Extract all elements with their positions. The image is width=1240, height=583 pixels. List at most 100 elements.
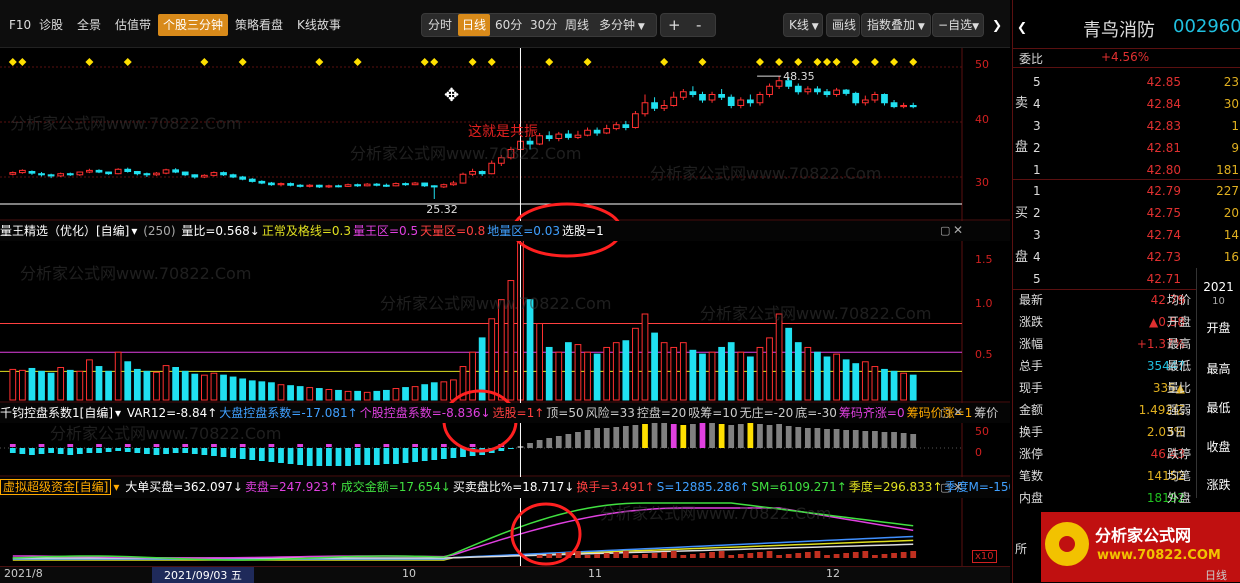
panel-expand-icon[interactable]: ❮ (1017, 20, 1027, 34)
control-bar (182, 448, 189, 453)
volume-bar (823, 356, 831, 401)
signal-diamond (660, 58, 669, 66)
period-30min[interactable]: 30分 (526, 14, 561, 36)
bid-row[interactable]: 3 42.74 14 (1013, 224, 1240, 246)
indicator-name[interactable]: 虚拟超级资金[自编] (0, 479, 112, 495)
divider (1013, 67, 1240, 68)
bid-row[interactable]: 2 42.75 20 (1013, 202, 1240, 224)
watermark: 分析家公式网www.70822.Com (700, 304, 932, 323)
indicator-name[interactable]: 量王精选（优化）[自编] (0, 224, 129, 238)
zoom-out-button[interactable]: - (692, 14, 705, 36)
candle-body (105, 171, 112, 175)
candle-body (861, 99, 869, 104)
menu-low[interactable]: 最低 (1197, 399, 1240, 416)
candle-body (124, 168, 132, 173)
volume-bar (57, 367, 65, 401)
control-bar (508, 448, 514, 449)
candle-body (574, 134, 582, 138)
menu-high[interactable]: 最高 (1197, 360, 1240, 377)
control-bar (211, 448, 217, 456)
volume-bar (325, 388, 333, 401)
volume-bar (268, 382, 275, 401)
period-60min[interactable]: 60分 (491, 14, 526, 36)
volume-bar (162, 365, 170, 401)
volume-bar (411, 386, 419, 401)
volume-bar (766, 337, 773, 401)
tab-strategy[interactable]: 策略看盘 (230, 14, 288, 36)
tab-stock-three-minutes[interactable]: 个股三分钟 (158, 14, 229, 36)
indicator-control-title[interactable]: 千钧控盘系数1[自编] ▾ VAR12=-8.84↑ 大盘控盘系数=-17.081↑… (0, 403, 1010, 423)
flower-logo-center (1059, 536, 1075, 552)
draw-line-button[interactable]: 画线 (828, 14, 860, 36)
control-bar (642, 424, 648, 448)
maximize-icon[interactable]: ▢ (940, 481, 950, 494)
ask-row[interactable]: 1 42.80 181 (1013, 159, 1240, 181)
fund-bar (622, 551, 629, 558)
indicator-value: 量比=0.568↓ (181, 224, 260, 238)
volume-bar (699, 353, 706, 401)
maximize-icon[interactable]: ▢ (940, 224, 950, 237)
scale-x10-button[interactable]: x10 (972, 550, 997, 563)
collapse-panel-button[interactable]: ❯ (988, 14, 1006, 36)
close-icon[interactable]: ✕ (953, 223, 963, 237)
index-overlay-button[interactable]: 指数叠加 ▼ (863, 14, 929, 36)
period-intraday[interactable]: 分时 (424, 14, 456, 36)
volume-bar (287, 385, 294, 401)
indicator-name[interactable]: 千钧控盘系数1[自编] (0, 406, 113, 420)
candle-body (622, 124, 630, 128)
candle-body (708, 94, 716, 101)
period-weekly[interactable]: 周线 (561, 14, 593, 36)
control-bar (191, 448, 198, 454)
ask-row[interactable]: 4 42.84 30 (1013, 93, 1240, 115)
ask-row[interactable]: 5 42.85 23 (1013, 71, 1240, 93)
period-multi-minute[interactable]: 多分钟 ▼ (595, 14, 649, 36)
candle-body (699, 94, 706, 101)
menu-open[interactable]: 开盘 (1197, 319, 1240, 336)
volume-bar (584, 351, 591, 401)
menu-change[interactable]: 涨跌 (1197, 476, 1240, 493)
indicator-virtual-fund-title[interactable]: 虚拟超级资金[自编] ▾ 大单买盘=362.097↓ 卖盘=247.923↑ 成交金额… (0, 477, 1010, 498)
quote-label-2: 开盘 (1167, 315, 1192, 329)
indicator-value: 筹码齐涨=0 (838, 406, 905, 420)
tab-panorama[interactable]: 全景 (72, 14, 106, 36)
volume-bar (76, 370, 84, 401)
ask-row[interactable]: 2 42.81 9 (1013, 137, 1240, 159)
bid-row[interactable]: 1 42.79 227 (1013, 180, 1240, 202)
volume-bar (440, 381, 448, 401)
close-icon[interactable]: ✕ (953, 480, 963, 494)
menu-close[interactable]: 收盘 (1197, 438, 1240, 455)
control-bar (900, 433, 907, 448)
bid-volume: 16 (1223, 250, 1239, 264)
period-daily[interactable]: 日线 (458, 14, 491, 36)
control-marker (383, 444, 390, 447)
volume-bar (593, 353, 601, 401)
control-bar (306, 448, 313, 466)
indicator-value: 天量区=0.8 (420, 224, 486, 238)
candle-body (335, 185, 342, 188)
volume-bar (775, 313, 783, 401)
zoom-in-button[interactable]: + (664, 14, 685, 36)
tab-valuation[interactable]: 估值带 (110, 14, 156, 36)
chevron-down-icon: ▼ (635, 22, 645, 32)
indicator-volume-king-title[interactable]: 量王精选（优化）[自编] ▾ (250) 量比=0.568↓ 正常及格线=0.3 量王… (0, 221, 1010, 241)
signal-diamond (123, 58, 132, 66)
volume-bar (191, 373, 199, 401)
volume-bar (373, 390, 381, 401)
watchlist-label: 自选 (948, 18, 973, 32)
indicator-value: 大盘控盘系数=-17.081↑ (219, 406, 358, 420)
maximize-icon[interactable]: ▢ (940, 406, 950, 419)
tab-f10[interactable]: F10 (4, 14, 36, 36)
tab-kline-story[interactable]: K线故事 (292, 14, 346, 36)
fund-bar (785, 554, 792, 558)
quote-label-2: 外盘 (1167, 491, 1192, 505)
ask-row[interactable]: 3 42.83 1 (1013, 115, 1240, 137)
watchlist-button[interactable]: −自选▼ (934, 14, 983, 36)
price-tick: 30 (975, 176, 989, 189)
kline-type-button[interactable]: K线 ▼ (785, 14, 823, 36)
volume-bar (746, 356, 754, 401)
bid-row[interactable]: 4 42.73 16 (1013, 246, 1240, 268)
indicator-value: 正常及格线=0.3 (261, 224, 351, 238)
close-icon[interactable]: ✕ (953, 405, 963, 419)
signal-diamond (487, 58, 496, 66)
tab-diagnose[interactable]: 诊股 (34, 14, 68, 36)
